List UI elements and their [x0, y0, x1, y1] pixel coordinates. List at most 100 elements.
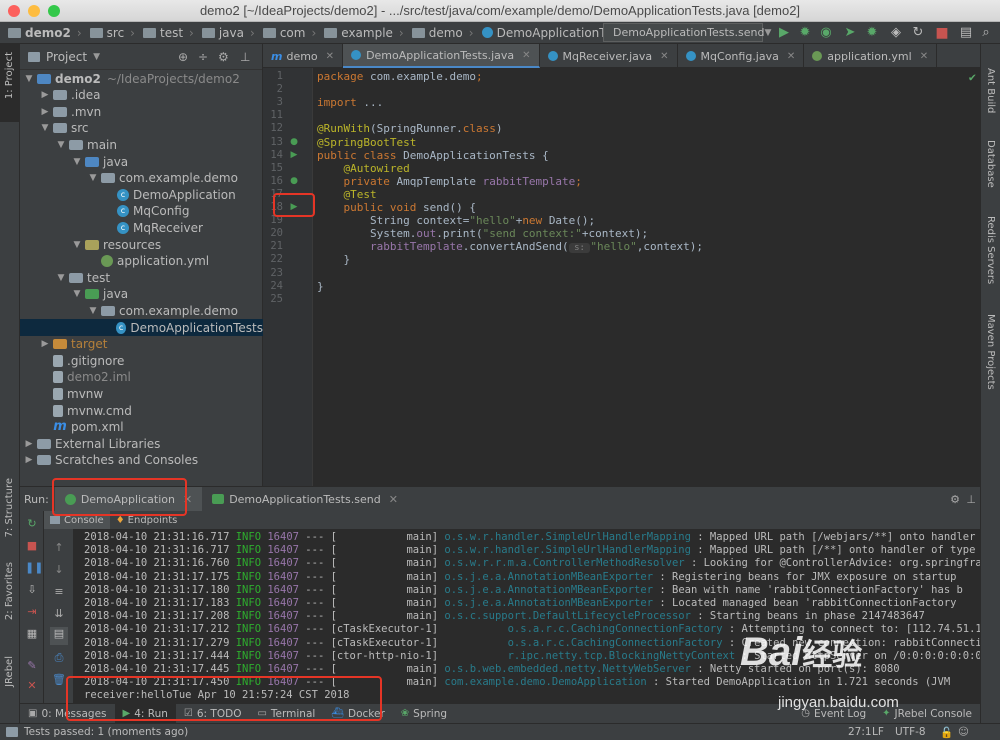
- stop-icon[interactable]: ■: [934, 25, 950, 41]
- chevron-down-icon[interactable]: ▼: [72, 240, 82, 250]
- scroll-to-end-icon[interactable]: ⇊: [52, 607, 66, 621]
- zoom-window-button[interactable]: [48, 5, 60, 17]
- tree-item[interactable]: ▶ .mvn: [20, 103, 263, 120]
- database-tool-button[interactable]: Database: [985, 140, 996, 188]
- tree-item[interactable]: c MqConfig: [20, 203, 263, 220]
- ant-build-tool-button[interactable]: Ant Build: [985, 68, 996, 113]
- caret-position[interactable]: 27:1: [848, 726, 872, 738]
- pause-icon[interactable]: ❚❚: [25, 561, 43, 575]
- build-icon[interactable]: ◈: [888, 25, 904, 41]
- code-editor[interactable]: ✔ package com.example.demo; import ... @Ru…: [313, 68, 980, 486]
- tree-item[interactable]: mvnw: [20, 385, 263, 402]
- editor-tab[interactable]: MqConfig.java ✕: [678, 44, 805, 68]
- project-structure-icon[interactable]: ▤: [958, 25, 974, 41]
- tree-item[interactable]: ▼ com.example.demo: [20, 302, 263, 319]
- tree-item[interactable]: ▶ External Libraries: [20, 435, 263, 452]
- tree-item[interactable]: c DemoApplicationTests: [20, 319, 263, 336]
- chevron-right-icon[interactable]: ▶: [40, 107, 50, 117]
- tree-item[interactable]: ▼ java: [20, 286, 263, 303]
- reload-icon[interactable]: ↻: [910, 25, 926, 41]
- tree-item[interactable]: application.yml: [20, 253, 263, 270]
- toggle-tool-windows-icon[interactable]: [6, 727, 18, 737]
- lock-icon[interactable]: 🔓: [940, 726, 953, 739]
- tree-item[interactable]: ▶ target: [20, 336, 263, 353]
- chevron-right-icon[interactable]: ▶: [40, 90, 50, 100]
- breadcrumb-item[interactable]: src ›: [86, 26, 139, 40]
- structure-tool-button[interactable]: 7: Structure: [4, 478, 15, 537]
- close-icon[interactable]: ✕: [326, 51, 334, 62]
- breadcrumb-item[interactable]: java ›: [198, 26, 259, 40]
- chevron-right-icon[interactable]: ▶: [24, 439, 34, 449]
- tree-item[interactable]: c DemoApplication: [20, 186, 263, 203]
- collapse-icon[interactable]: ÷: [198, 50, 208, 64]
- hide-panel-icon[interactable]: ⊥: [966, 493, 976, 506]
- tree-item[interactable]: ▶ Scratches and Consoles: [20, 452, 263, 469]
- chevron-down-icon[interactable]: ▼: [56, 273, 66, 283]
- tree-item[interactable]: mvnw.cmd: [20, 402, 263, 419]
- pin-icon[interactable]: ✎: [25, 659, 39, 673]
- chevron-down-icon[interactable]: ▼: [72, 157, 82, 167]
- close-icon[interactable]: ✕: [389, 493, 398, 506]
- tree-item[interactable]: ▼ demo2 ~/IdeaProjects/demo2: [20, 70, 263, 87]
- run-icon[interactable]: ▶: [776, 25, 792, 41]
- tree-item[interactable]: ▼ com.example.demo: [20, 170, 263, 187]
- breadcrumb-item[interactable]: demo2 ›: [4, 26, 86, 40]
- layout-icon[interactable]: ▦: [25, 627, 39, 641]
- print-icon[interactable]: ⎙: [52, 651, 66, 665]
- close-icon[interactable]: ✕: [660, 51, 668, 62]
- tree-item[interactable]: m pom.xml: [20, 419, 263, 436]
- run-config-select[interactable]: DemoApplicationTests.send ▼: [603, 23, 771, 42]
- file-encoding[interactable]: UTF-8: [895, 726, 926, 738]
- hide-panel-icon[interactable]: ⊥: [240, 50, 250, 64]
- close-icon[interactable]: ✕: [25, 679, 39, 693]
- editor-tab[interactable]: application.yml ✕: [804, 44, 938, 68]
- exit-icon[interactable]: ⇥: [25, 605, 39, 619]
- settings-gear-icon[interactable]: ⚙: [950, 493, 960, 506]
- breadcrumb-item[interactable]: com ›: [259, 26, 320, 40]
- close-window-button[interactable]: [8, 5, 20, 17]
- project-view-select[interactable]: Project: [46, 50, 87, 64]
- print-icon[interactable]: ▤: [50, 627, 68, 645]
- breadcrumb-item[interactable]: test ›: [139, 26, 198, 40]
- tree-item[interactable]: ▼ java: [20, 153, 263, 170]
- close-icon[interactable]: ✕: [920, 51, 928, 62]
- close-icon[interactable]: ✕: [522, 50, 530, 61]
- locate-icon[interactable]: ⊕: [178, 50, 188, 64]
- editor-tab[interactable]: DemoApplicationTests.java ✕: [343, 44, 540, 68]
- chevron-down-icon[interactable]: ▼: [93, 52, 100, 62]
- jrebel-run-icon[interactable]: ➤: [842, 25, 858, 41]
- tree-item[interactable]: ▼ test: [20, 269, 263, 286]
- breadcrumb-item[interactable]: example ›: [320, 26, 407, 40]
- maven-projects-tool-button[interactable]: Maven Projects: [985, 314, 996, 390]
- favorites-tool-button[interactable]: 2: Favorites: [4, 562, 15, 620]
- minimize-window-button[interactable]: [28, 5, 40, 17]
- editor-tab[interactable]: MqReceiver.java ✕: [540, 44, 678, 68]
- trash-icon[interactable]: 🗑: [52, 673, 66, 687]
- run-tab-tests-send[interactable]: DemoApplicationTests.send ✕: [202, 487, 408, 512]
- chevron-down-icon[interactable]: ▼: [56, 140, 66, 150]
- chevron-right-icon[interactable]: ▶: [40, 339, 50, 349]
- up-arrow-icon[interactable]: ↑: [52, 541, 66, 555]
- dump-threads-icon[interactable]: ⇩: [25, 583, 39, 597]
- chevron-down-icon[interactable]: ▼: [88, 306, 98, 316]
- chevron-right-icon[interactable]: ▶: [24, 455, 34, 465]
- tree-item[interactable]: demo2.iml: [20, 369, 263, 386]
- debug-icon[interactable]: ✹: [797, 25, 813, 41]
- coverage-icon[interactable]: ◉: [818, 25, 834, 41]
- jrebel-tool-button[interactable]: JRebel: [4, 656, 15, 687]
- tree-item[interactable]: ▶ .idea: [20, 87, 263, 104]
- chevron-down-icon[interactable]: ▼: [72, 289, 82, 299]
- editor-tab[interactable]: m demo ✕: [263, 44, 344, 68]
- down-arrow-icon[interactable]: ↓: [52, 563, 66, 577]
- rerun-icon[interactable]: ↻: [25, 517, 39, 531]
- tree-item[interactable]: ▼ src: [20, 120, 263, 137]
- tree-item[interactable]: ▼ resources: [20, 236, 263, 253]
- chevron-down-icon[interactable]: ▼: [88, 173, 98, 183]
- spring-bean-gutter-icon[interactable]: ●: [288, 136, 300, 148]
- redis-servers-tool-button[interactable]: Redis Servers: [985, 216, 996, 284]
- hector-icon[interactable]: ☺: [958, 726, 969, 738]
- tree-item[interactable]: ▼ main: [20, 136, 263, 153]
- stop-icon[interactable]: ■: [25, 539, 39, 553]
- settings-gear-icon[interactable]: ⚙: [218, 50, 229, 64]
- project-tool-button[interactable]: 1: Project: [4, 52, 15, 99]
